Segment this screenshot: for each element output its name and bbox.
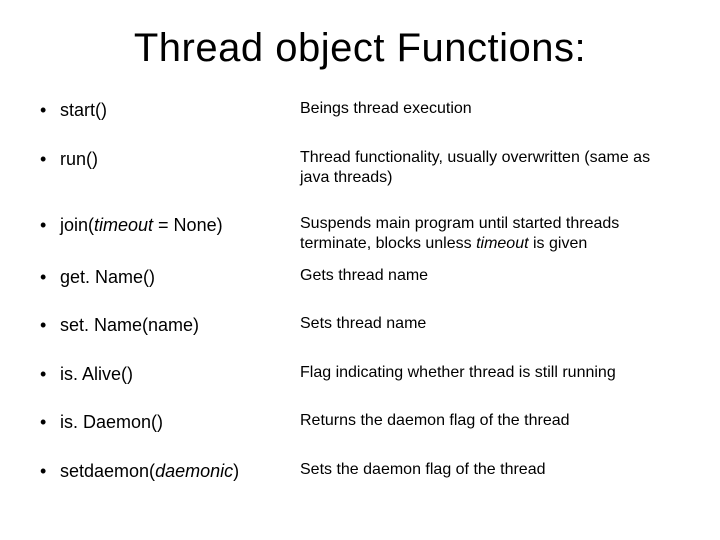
bullet-icon: • xyxy=(40,314,60,337)
function-description: Sets thread name xyxy=(300,314,680,334)
function-name: join(timeout = None) xyxy=(60,214,223,237)
bullet-icon: • xyxy=(40,460,60,483)
function-name-cell: •start() xyxy=(40,99,300,122)
function-name-cell: •is. Daemon() xyxy=(40,411,300,434)
function-description: Beings thread execution xyxy=(300,99,680,119)
list-item: •set. Name(name)Sets thread name xyxy=(40,314,680,337)
function-name-cell: •join(timeout = None) xyxy=(40,214,300,237)
function-name-cell: •run() xyxy=(40,148,300,171)
function-name-cell: •get. Name() xyxy=(40,266,300,289)
function-description: Gets thread name xyxy=(300,266,680,286)
function-description: Suspends main program until started thre… xyxy=(300,214,680,254)
function-description: Thread functionality, usually overwritte… xyxy=(300,148,680,188)
list-item: •is. Alive()Flag indicating whether thre… xyxy=(40,363,680,386)
function-name: is. Alive() xyxy=(60,363,133,386)
bullet-icon: • xyxy=(40,148,60,171)
function-name-cell: •setdaemon(daemonic) xyxy=(40,460,300,483)
slide-title: Thread object Functions: xyxy=(40,26,680,71)
function-name-cell: •set. Name(name) xyxy=(40,314,300,337)
function-name: is. Daemon() xyxy=(60,411,163,434)
function-name: start() xyxy=(60,99,107,122)
list-item: •setdaemon(daemonic)Sets the daemon flag… xyxy=(40,460,680,483)
function-name-cell: •is. Alive() xyxy=(40,363,300,386)
function-name: set. Name(name) xyxy=(60,314,199,337)
bullet-icon: • xyxy=(40,214,60,237)
bullet-icon: • xyxy=(40,363,60,386)
list-item: •is. Daemon()Returns the daemon flag of … xyxy=(40,411,680,434)
bullet-icon: • xyxy=(40,266,60,289)
list-item: •start()Beings thread execution xyxy=(40,99,680,122)
function-name: setdaemon(daemonic) xyxy=(60,460,239,483)
function-description: Sets the daemon flag of the thread xyxy=(300,460,680,480)
function-list: •start()Beings thread execution•run()Thr… xyxy=(40,99,680,482)
bullet-icon: • xyxy=(40,411,60,434)
function-name: run() xyxy=(60,148,98,171)
function-description: Flag indicating whether thread is still … xyxy=(300,363,680,383)
function-name: get. Name() xyxy=(60,266,155,289)
list-item: •run()Thread functionality, usually over… xyxy=(40,148,680,188)
list-item: •join(timeout = None)Suspends main progr… xyxy=(40,214,680,254)
slide: Thread object Functions: •start()Beings … xyxy=(0,0,720,540)
function-description: Returns the daemon flag of the thread xyxy=(300,411,680,431)
bullet-icon: • xyxy=(40,99,60,122)
list-item: •get. Name()Gets thread name xyxy=(40,266,680,289)
